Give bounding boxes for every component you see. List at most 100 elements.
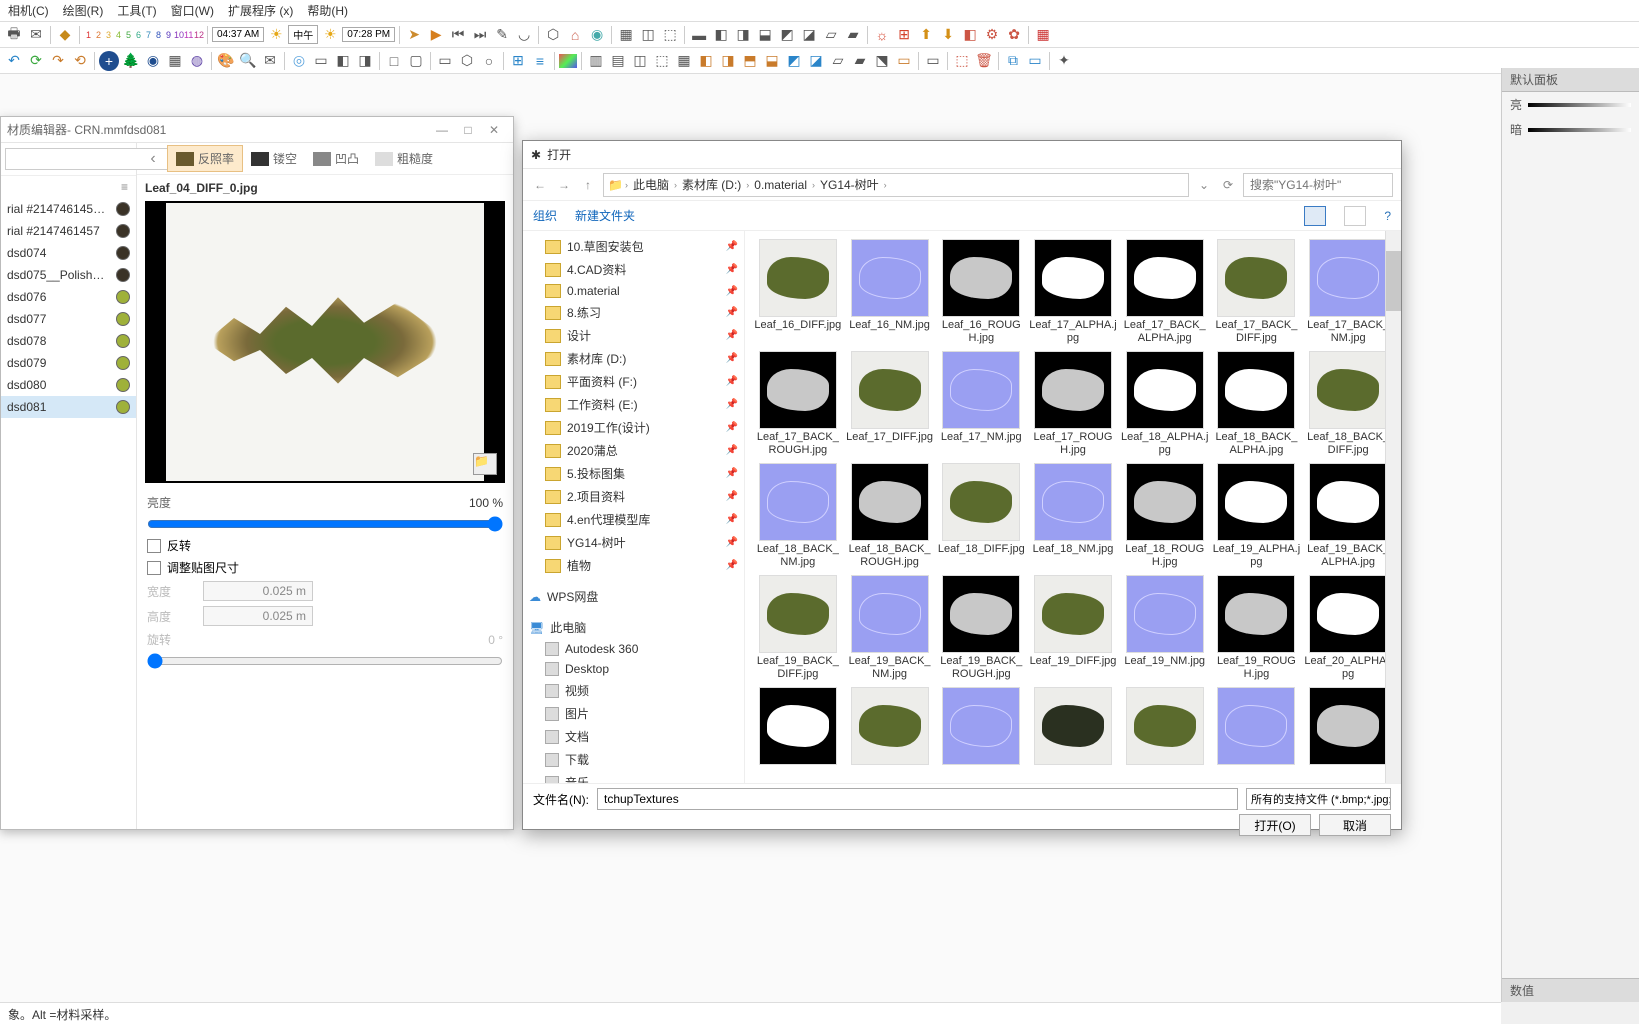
menu-item[interactable]: 帮助(H) bbox=[307, 2, 348, 19]
pin-icon[interactable]: 📌 bbox=[726, 514, 738, 525]
tree-folder[interactable]: 2019工作(设计)📌 bbox=[523, 416, 744, 439]
tree-folder[interactable]: 8.练习📌 bbox=[523, 301, 744, 324]
pin-icon[interactable]: 📌 bbox=[726, 307, 738, 318]
help-icon[interactable]: ? bbox=[1384, 209, 1391, 223]
maximize-button[interactable]: □ bbox=[455, 123, 481, 137]
add-icon[interactable]: + bbox=[99, 51, 119, 71]
width-input[interactable]: 0.025 m bbox=[203, 581, 313, 601]
menu-item[interactable]: 工具(T) bbox=[117, 2, 156, 19]
material-item[interactable]: dsd077 bbox=[1, 308, 136, 330]
refresh-icon[interactable]: ⟳ bbox=[26, 51, 46, 71]
file-thumbnail[interactable] bbox=[1303, 687, 1393, 783]
pin-icon[interactable]: 📌 bbox=[726, 264, 738, 275]
house-icon[interactable]: ⌂ bbox=[565, 25, 585, 45]
pin-icon[interactable]: 📌 bbox=[726, 491, 738, 502]
tab-rough[interactable]: 粗糙度 bbox=[367, 146, 441, 171]
p2-icon[interactable]: ◧ bbox=[333, 51, 353, 71]
menu-icon[interactable]: ≡ bbox=[121, 180, 128, 194]
pin-icon[interactable]: 📌 bbox=[726, 422, 738, 433]
crumb-segment[interactable]: 0.material bbox=[751, 178, 810, 192]
tree-wps[interactable]: ☁WPS网盘 bbox=[523, 585, 744, 608]
tree-folder[interactable]: 工作资料 (E:)📌 bbox=[523, 393, 744, 416]
tree-folder[interactable]: 平面资料 (F:)📌 bbox=[523, 370, 744, 393]
file-thumbnail[interactable]: Leaf_17_DIFF.jpg bbox=[845, 351, 935, 459]
grid-icon[interactable]: ▦ bbox=[616, 25, 636, 45]
pin-icon[interactable]: 📌 bbox=[726, 376, 738, 387]
mail-icon[interactable]: ✉ bbox=[260, 51, 280, 71]
file-thumbnail[interactable]: Leaf_18_BACK_ALPHA.jpg bbox=[1212, 351, 1302, 459]
file-thumbnail[interactable]: Leaf_18_BACK_NM.jpg bbox=[753, 463, 843, 571]
layers-icon[interactable]: ≡ bbox=[530, 51, 550, 71]
back-icon[interactable]: ‹ bbox=[139, 150, 167, 168]
cube-icon[interactable]: ▭ bbox=[435, 51, 455, 71]
tool-icon[interactable]: ▱ bbox=[821, 25, 841, 45]
explode-icon[interactable]: ✦ bbox=[1054, 51, 1074, 71]
file-thumbnail[interactable]: Leaf_17_ALPHA.jpg bbox=[1028, 239, 1118, 347]
note-icon[interactable]: ▭ bbox=[894, 51, 914, 71]
export-icon[interactable]: ⬆ bbox=[916, 25, 936, 45]
trash-icon[interactable]: 🗑 bbox=[974, 51, 994, 71]
tree-folder[interactable]: 设计📌 bbox=[523, 324, 744, 347]
next-icon[interactable]: ⏭ bbox=[470, 25, 490, 45]
file-thumbnail[interactable]: Leaf_17_ROUGH.jpg bbox=[1028, 351, 1118, 459]
dialog-titlebar[interactable]: ✱ 打开 bbox=[523, 141, 1401, 169]
tree-item[interactable]: 文档 bbox=[523, 725, 744, 748]
cancel-button[interactable]: 取消 bbox=[1319, 814, 1391, 836]
pin-icon[interactable]: 📌 bbox=[726, 445, 738, 456]
folder-tree[interactable]: 10.草图安装包📌4.CAD资料📌0.material📌8.练习📌设计📌素材库 … bbox=[523, 231, 745, 783]
tree-folder[interactable]: 素材库 (D:)📌 bbox=[523, 347, 744, 370]
p3-icon[interactable]: ◨ bbox=[355, 51, 375, 71]
file-thumbnail[interactable]: Leaf_18_BACK_ROUGH.jpg bbox=[845, 463, 935, 571]
file-thumbnail[interactable]: Leaf_18_NM.jpg bbox=[1028, 463, 1118, 571]
tree-folder[interactable]: 5.投标图集📌 bbox=[523, 462, 744, 485]
shield-icon[interactable]: ⬡ bbox=[543, 25, 563, 45]
rotate-slider[interactable] bbox=[147, 653, 503, 669]
menu-item[interactable]: 绘图(R) bbox=[63, 2, 104, 19]
tree-folder[interactable]: 4.en代理模型库📌 bbox=[523, 508, 744, 531]
file-thumbnail[interactable]: Leaf_19_DIFF.jpg bbox=[1028, 575, 1118, 683]
file-thumbnail[interactable]: Leaf_19_BACK_NM.jpg bbox=[845, 575, 935, 683]
box-icon[interactable]: ⬒ bbox=[740, 51, 760, 71]
tree-item[interactable]: 音乐 bbox=[523, 771, 744, 783]
file-thumbnail[interactable]: Leaf_18_ALPHA.jpg bbox=[1120, 351, 1210, 459]
file-thumbnail[interactable]: Leaf_17_BACK_NM.jpg bbox=[1303, 239, 1393, 347]
file-thumbnail[interactable] bbox=[753, 687, 843, 783]
frame-icon[interactable]: ⬚ bbox=[952, 51, 972, 71]
import-icon[interactable]: ⬇ bbox=[938, 25, 958, 45]
tool-icon[interactable]: ◧ bbox=[711, 25, 731, 45]
tree-folder[interactable]: YG14-树叶📌 bbox=[523, 531, 744, 554]
hex-icon[interactable]: ⬡ bbox=[457, 51, 477, 71]
search-input[interactable] bbox=[1243, 173, 1393, 197]
target-icon[interactable]: ◎ bbox=[289, 51, 309, 71]
tool-icon[interactable]: ◩ bbox=[777, 25, 797, 45]
brightness-slider[interactable] bbox=[147, 516, 503, 532]
time-1[interactable]: 04:37 AM bbox=[212, 27, 264, 42]
box-icon[interactable]: ▰ bbox=[850, 51, 870, 71]
nav-back-icon[interactable]: ← bbox=[531, 178, 549, 192]
file-thumbnail[interactable]: Leaf_19_BACK_ROUGH.jpg bbox=[936, 575, 1026, 683]
material-list[interactable]: rial #2147461457…rial #2147461457dsd074d… bbox=[1, 198, 136, 829]
p1-icon[interactable]: ▭ bbox=[311, 51, 331, 71]
tool-icon[interactable]: ◨ bbox=[733, 25, 753, 45]
copy-icon[interactable]: ⧉ bbox=[1003, 51, 1023, 71]
file-thumbnail[interactable]: Leaf_19_BACK_ALPHA.jpg bbox=[1303, 463, 1393, 571]
door-icon[interactable]: ⬚ bbox=[660, 25, 680, 45]
file-thumbnail[interactable] bbox=[845, 687, 935, 783]
tool-icon[interactable]: ⬓ bbox=[755, 25, 775, 45]
tree-folder[interactable]: 植物📌 bbox=[523, 554, 744, 577]
undo-icon[interactable]: ↶ bbox=[4, 51, 24, 71]
proxy-icon[interactable]: ◉ bbox=[587, 25, 607, 45]
arrow-icon[interactable]: ➤ bbox=[404, 25, 424, 45]
file-thumbnail[interactable]: Leaf_20_ALPHA.jpg bbox=[1303, 575, 1393, 683]
file-thumbnail[interactable]: Leaf_19_BACK_DIFF.jpg bbox=[753, 575, 843, 683]
box-icon[interactable]: ◧ bbox=[960, 25, 980, 45]
file-grid[interactable]: Leaf_16_DIFF.jpgLeaf_16_NM.jpgLeaf_16_RO… bbox=[745, 231, 1401, 783]
invert-checkbox[interactable] bbox=[147, 539, 161, 553]
line-icon[interactable]: ✎ bbox=[492, 25, 512, 45]
gradient-icon[interactable] bbox=[559, 54, 577, 68]
box-icon[interactable]: ▱ bbox=[828, 51, 848, 71]
file-thumbnail[interactable]: Leaf_19_ROUGH.jpg bbox=[1212, 575, 1302, 683]
box-icon[interactable]: ⬔ bbox=[872, 51, 892, 71]
tree-pc[interactable]: 🖥此电脑 bbox=[523, 616, 744, 639]
panel-titlebar[interactable]: 材质编辑器- CRN.mmfdsd081 — □ ✕ bbox=[1, 117, 513, 143]
